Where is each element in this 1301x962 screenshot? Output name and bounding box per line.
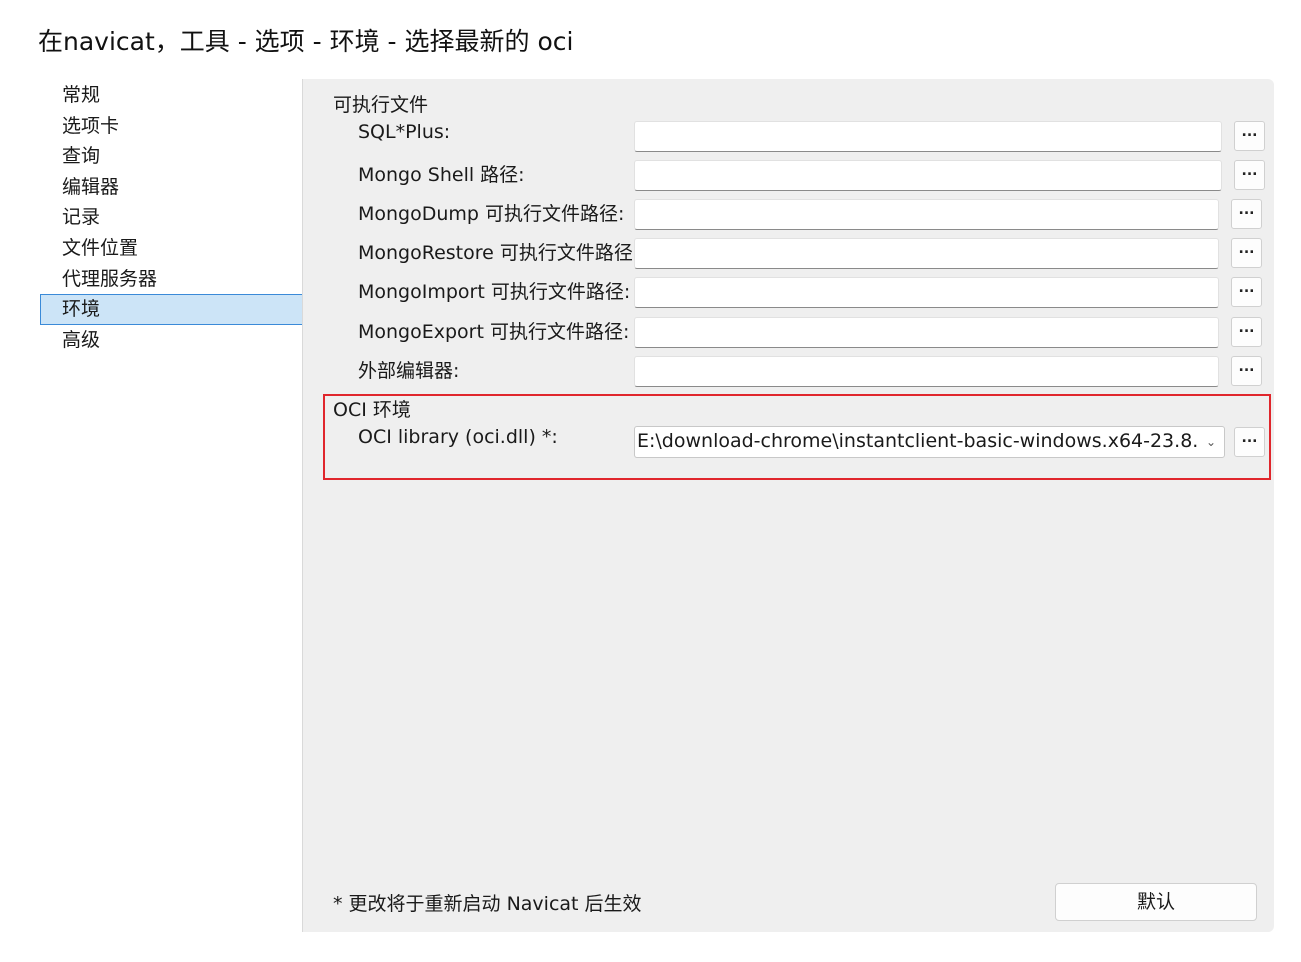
mongorestore-path-input[interactable]	[634, 238, 1219, 269]
highlight-annotation-box	[323, 394, 1271, 480]
mongo-shell-label: Mongo Shell 路径:	[358, 164, 525, 186]
sqlplus-browse-button[interactable]: ...	[1234, 121, 1265, 151]
mongo-shell-browse-button[interactable]: ...	[1234, 160, 1265, 190]
sidebar-item-records[interactable]: 记录	[40, 202, 304, 233]
sidebar-item-file-location[interactable]: 文件位置	[40, 233, 304, 264]
restart-note: * 更改将于重新启动 Navicat 后生效	[333, 893, 642, 915]
mongoimport-browse-button[interactable]: ...	[1231, 277, 1262, 307]
sqlplus-path-input[interactable]	[634, 121, 1222, 152]
default-button[interactable]: 默认	[1055, 883, 1257, 921]
external-editor-path-input[interactable]	[634, 356, 1219, 387]
sidebar-item-tabs[interactable]: 选项卡	[40, 111, 304, 142]
mongodump-browse-button[interactable]: ...	[1231, 199, 1262, 229]
mongorestore-label: MongoRestore 可执行文件路径	[358, 242, 633, 264]
mongoimport-label: MongoImport 可执行文件路径:	[358, 281, 631, 303]
external-editor-label: 外部编辑器:	[358, 360, 460, 382]
mongorestore-browse-button[interactable]: ...	[1231, 238, 1262, 268]
environment-panel: 可执行文件 SQL*Plus: ... Mongo Shell 路径: ... …	[302, 79, 1274, 932]
external-editor-browse-button[interactable]: ...	[1231, 356, 1262, 386]
sidebar-item-proxy[interactable]: 代理服务器	[40, 264, 304, 295]
sidebar-item-advanced[interactable]: 高级	[40, 325, 304, 356]
mongodump-label: MongoDump 可执行文件路径:	[358, 203, 625, 225]
executables-group-title: 可执行文件	[333, 94, 429, 116]
mongo-shell-path-input[interactable]	[634, 160, 1222, 191]
sidebar-item-environment[interactable]: 环境	[40, 294, 304, 325]
sidebar-item-general[interactable]: 常规	[40, 80, 304, 111]
options-sidebar: 常规 选项卡 查询 编辑器 记录 文件位置 代理服务器 环境 高级	[38, 80, 304, 360]
sidebar-item-editor[interactable]: 编辑器	[40, 172, 304, 203]
screenshot-caption: 在navicat，工具 - 选项 - 环境 - 选择最新的 oci	[38, 27, 574, 56]
sqlplus-label: SQL*Plus:	[358, 121, 451, 143]
mongoimport-path-input[interactable]	[634, 277, 1219, 308]
mongoexport-browse-button[interactable]: ...	[1231, 317, 1262, 347]
mongoexport-path-input[interactable]	[634, 317, 1219, 348]
mongoexport-label: MongoExport 可执行文件路径:	[358, 321, 630, 343]
mongodump-path-input[interactable]	[634, 199, 1219, 230]
sidebar-item-query[interactable]: 查询	[40, 141, 304, 172]
